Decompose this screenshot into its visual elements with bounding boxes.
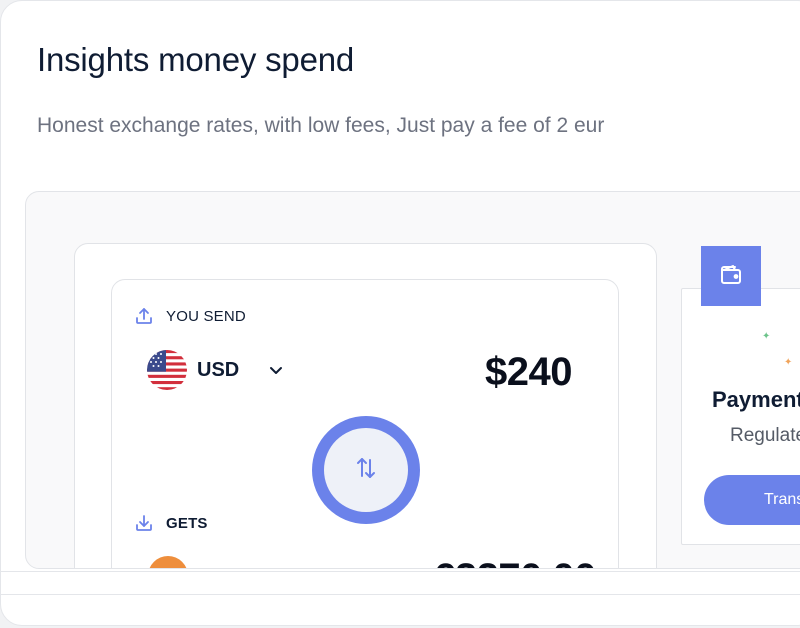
gets-label: GETS	[166, 514, 208, 532]
wallet-badge	[701, 246, 761, 306]
wallet-icon	[717, 260, 745, 293]
preview-stage: YOU SEND USD $240 GETS ✦ ✦ Payment Regul…	[25, 191, 800, 569]
send-label: YOU SEND	[166, 307, 246, 325]
send-amount[interactable]: $240	[485, 350, 572, 395]
page-subtitle: Honest exchange rates, with low fees, Ju…	[37, 114, 605, 137]
gets-amount: €2270.00	[433, 556, 596, 568]
exchange-panel: YOU SEND USD $240 GETS	[74, 243, 657, 568]
transfer-button[interactable]: Transfer	[704, 475, 800, 525]
chevron-down-icon[interactable]	[267, 361, 285, 379]
card-footer-strip	[1, 571, 800, 595]
exchange-widget: YOU SEND USD $240 GETS	[111, 279, 619, 568]
send-currency-code: USD	[197, 358, 240, 381]
upload-icon	[134, 306, 154, 326]
swap-button[interactable]	[312, 416, 420, 524]
gets-currency-flag-icon[interactable]	[148, 556, 188, 568]
sparkle-icon: ✦	[784, 357, 793, 368]
payment-card-title: Payment	[712, 387, 800, 412]
us-flag-icon	[147, 350, 187, 390]
page-title: Insights money spend	[37, 41, 355, 78]
send-row-label: YOU SEND	[134, 306, 246, 326]
gets-row-label: GETS	[134, 513, 208, 533]
insights-card: Insights money spend Honest exchange rat…	[0, 0, 800, 626]
payment-card: ✦ ✦ Payment Regulated Transfer	[681, 288, 800, 545]
send-currency-select[interactable]: USD	[147, 350, 285, 390]
sparkle-icon: ✦	[762, 331, 771, 342]
swap-arrows-icon	[352, 454, 380, 487]
payment-card-subtitle: Regulated	[730, 425, 800, 446]
download-icon	[134, 513, 154, 533]
swap-button-inner	[324, 428, 408, 512]
